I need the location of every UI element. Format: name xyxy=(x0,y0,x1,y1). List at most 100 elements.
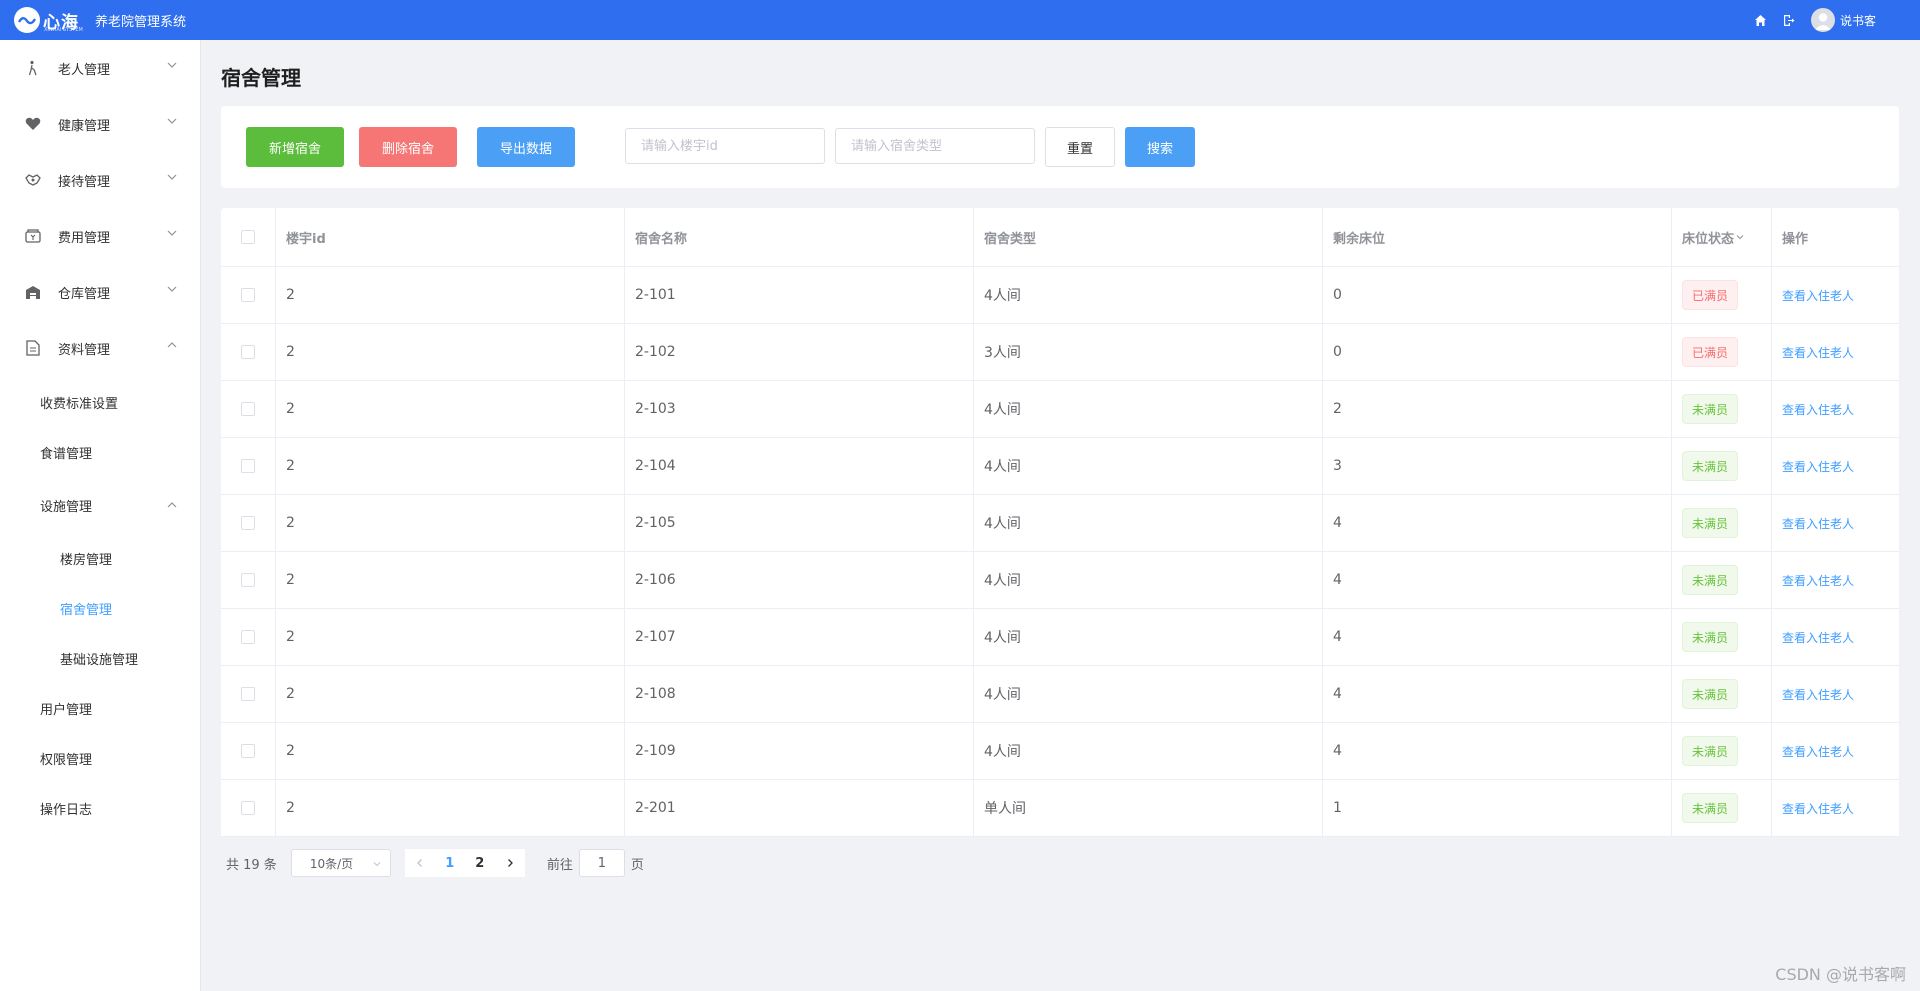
sidebar-item-reception[interactable]: 接待管理 xyxy=(0,152,200,208)
table-row: 2 2-201 单人间 1 未满员 查看入住老人 xyxy=(221,780,1899,837)
sidebar-item-oplog[interactable]: 操作日志 xyxy=(0,783,200,833)
table-row: 2 2-107 4人间 4 未满员 查看入住老人 xyxy=(221,609,1899,666)
view-residents-link[interactable]: 查看入住老人 xyxy=(1782,515,1854,532)
page-1-button[interactable]: 1 xyxy=(435,849,465,877)
wallet-icon xyxy=(24,227,42,245)
row-checkbox[interactable] xyxy=(241,744,255,758)
view-residents-link[interactable]: 查看入住老人 xyxy=(1782,686,1854,703)
header-action: 操作 xyxy=(1782,231,1809,247)
row-select-cell xyxy=(221,381,276,437)
select-all-checkbox[interactable] xyxy=(241,230,255,244)
sidebar-item-building[interactable]: 楼房管理 xyxy=(0,533,200,583)
cell-dorm-type: 4人间 xyxy=(974,723,1323,779)
header-bed-status[interactable]: 床位状态 xyxy=(1672,208,1772,266)
cell-dorm-name: 2-106 xyxy=(625,552,974,608)
sidebar-item-warehouse[interactable]: 仓库管理 xyxy=(0,264,200,320)
export-data-button[interactable]: 导出数据 xyxy=(477,127,575,167)
reset-button[interactable]: 重置 xyxy=(1045,127,1115,167)
table-body: 2 2-101 4人间 0 已满员 查看入住老人 2 2-102 3人间 0 已满员 查看入住老人 2 2… xyxy=(221,267,1899,837)
cell-dorm-type: 单人间 xyxy=(974,780,1323,836)
row-select-cell xyxy=(221,324,276,380)
row-checkbox[interactable] xyxy=(241,687,255,701)
pagination-total: 共 19 条 xyxy=(226,857,277,873)
cell-action: 查看入住老人 xyxy=(1772,723,1899,779)
row-checkbox[interactable] xyxy=(241,288,255,302)
goto-page-input[interactable] xyxy=(578,849,625,877)
row-checkbox[interactable] xyxy=(241,345,255,359)
row-checkbox[interactable] xyxy=(241,630,255,644)
row-checkbox[interactable] xyxy=(241,516,255,530)
cell-dorm-name: 2-102 xyxy=(625,324,974,380)
sidebar-item-fee-standard[interactable]: 收费标准设置 xyxy=(0,377,200,427)
sidebar-item-recipe[interactable]: 食谱管理 xyxy=(0,427,200,477)
pagination: 共 19 条 10条/页 1 2 前往 页 xyxy=(226,849,644,877)
filter-chevron-icon[interactable] xyxy=(1736,233,1744,241)
view-residents-link[interactable]: 查看入住老人 xyxy=(1782,344,1854,361)
view-residents-link[interactable]: 查看入住老人 xyxy=(1782,629,1854,646)
view-residents-link[interactable]: 查看入住老人 xyxy=(1782,458,1854,475)
username[interactable]: 说书客 xyxy=(1840,12,1876,29)
cell-dorm-type: 4人间 xyxy=(974,267,1323,323)
page-2-button[interactable]: 2 xyxy=(465,849,495,877)
chevron-up-icon xyxy=(167,342,177,348)
row-select-cell xyxy=(221,666,276,722)
page-size-select[interactable]: 10条/页 xyxy=(290,849,391,877)
row-select-cell xyxy=(221,552,276,608)
cell-dorm-type: 4人间 xyxy=(974,438,1323,494)
header-dorm-type: 宿舍类型 xyxy=(974,208,1323,266)
sidebar-item-dorm[interactable]: 宿舍管理 xyxy=(0,583,200,633)
sidebar-item-label: 宿舍管理 xyxy=(60,602,113,618)
sidebar-item-label: 操作日志 xyxy=(40,802,93,818)
building-id-input[interactable] xyxy=(625,128,825,164)
sidebar-item-label: 食谱管理 xyxy=(40,446,93,462)
dorm-type-input[interactable] xyxy=(835,128,1035,164)
logout-icon[interactable] xyxy=(1781,12,1797,28)
sidebar-item-basic-facility[interactable]: 基础设施管理 xyxy=(0,633,200,683)
add-dorm-button[interactable]: 新增宿舍 xyxy=(246,127,344,167)
cell-bed-status: 已满员 xyxy=(1672,267,1772,323)
handshake-icon xyxy=(24,171,42,189)
row-checkbox[interactable] xyxy=(241,402,255,416)
cell-beds-left: 0 xyxy=(1323,324,1672,380)
prev-page-button[interactable] xyxy=(405,849,435,877)
chevron-down-icon xyxy=(167,286,177,292)
goto-prefix: 前往 xyxy=(546,857,573,873)
cell-building-id: 2 xyxy=(276,495,625,551)
cell-action: 查看入住老人 xyxy=(1772,438,1899,494)
sidebar-item-data[interactable]: 资料管理 xyxy=(0,320,200,376)
search-button[interactable]: 搜索 xyxy=(1125,127,1195,167)
status-badge: 未满员 xyxy=(1682,508,1739,538)
header-dorm-name: 宿舍名称 xyxy=(625,208,974,266)
next-page-button[interactable] xyxy=(495,849,525,877)
sidebar-item-elder[interactable]: 老人管理 xyxy=(0,40,200,96)
sidebar-item-health[interactable]: 健康管理 xyxy=(0,96,200,152)
sidebar-item-label: 接待管理 xyxy=(58,174,111,190)
warehouse-icon xyxy=(24,283,42,301)
delete-dorm-button[interactable]: 删除宿舍 xyxy=(359,127,457,167)
view-residents-link[interactable]: 查看入住老人 xyxy=(1782,287,1854,304)
avatar[interactable] xyxy=(1810,8,1835,32)
cell-dorm-type: 4人间 xyxy=(974,552,1323,608)
status-badge: 已满员 xyxy=(1682,337,1739,367)
home-icon[interactable] xyxy=(1753,12,1769,28)
header-actions: 说书客 xyxy=(1741,8,1876,32)
cell-bed-status: 未满员 xyxy=(1672,381,1772,437)
cell-dorm-type: 3人间 xyxy=(974,324,1323,380)
sidebar-item-permission[interactable]: 权限管理 xyxy=(0,733,200,783)
cell-action: 查看入住老人 xyxy=(1772,666,1899,722)
view-residents-link[interactable]: 查看入住老人 xyxy=(1782,743,1854,760)
sidebar-item-label: 健康管理 xyxy=(58,118,111,134)
sidebar-item-user[interactable]: 用户管理 xyxy=(0,683,200,733)
sidebar-item-facility[interactable]: 设施管理 xyxy=(0,480,200,530)
row-checkbox[interactable] xyxy=(241,801,255,815)
cell-building-id: 2 xyxy=(276,267,625,323)
row-checkbox[interactable] xyxy=(241,459,255,473)
cell-dorm-type: 4人间 xyxy=(974,666,1323,722)
logo[interactable]: 心海 XINHAI SYSTEM xyxy=(14,7,83,33)
view-residents-link[interactable]: 查看入住老人 xyxy=(1782,800,1854,817)
sidebar-item-fee[interactable]: 费用管理 xyxy=(0,208,200,264)
view-residents-link[interactable]: 查看入住老人 xyxy=(1782,401,1854,418)
table-row: 2 2-109 4人间 4 未满员 查看入住老人 xyxy=(221,723,1899,780)
row-checkbox[interactable] xyxy=(241,573,255,587)
view-residents-link[interactable]: 查看入住老人 xyxy=(1782,572,1854,589)
